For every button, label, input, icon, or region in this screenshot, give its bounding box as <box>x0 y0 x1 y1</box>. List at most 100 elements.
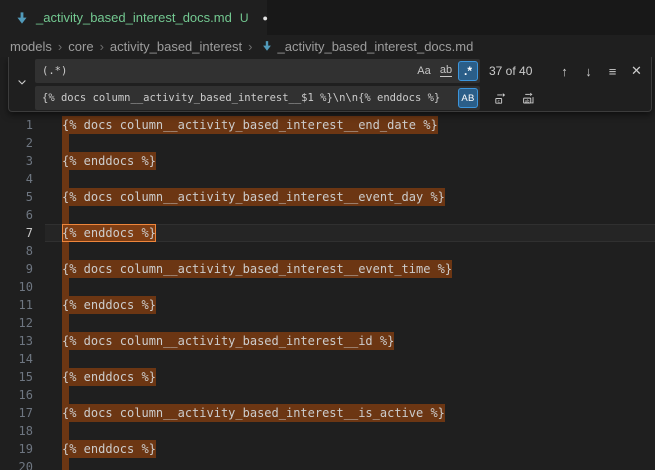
code-line[interactable] <box>62 350 69 368</box>
find-match <box>62 134 69 152</box>
regex-toggle[interactable]: .* <box>458 61 478 81</box>
find-match: {% docs column__activity_based_interest_… <box>62 188 445 206</box>
line-number: 18 <box>0 422 33 440</box>
breadcrumb-item-models[interactable]: models <box>10 39 52 54</box>
tab-bar: _activity_based_interest_docs.md U ● <box>0 0 655 35</box>
code-line[interactable]: {% docs column__activity_based_interest_… <box>62 188 445 206</box>
replace-all-button[interactable]: ab <box>518 88 539 109</box>
preserve-case-toggle[interactable]: AB <box>458 88 478 108</box>
markdown-file-icon <box>261 40 273 52</box>
modified-indicator[interactable]: ● <box>263 13 268 23</box>
code-line-row: 12 <box>0 314 655 332</box>
code-line[interactable]: {% enddocs %} <box>62 224 156 242</box>
code-line[interactable] <box>62 134 69 152</box>
find-match: {% docs column__activity_based_interest_… <box>62 116 438 134</box>
find-row: Aa ab .* 37 of 40 ↑ ↓ <box>35 59 647 83</box>
breadcrumb-item-core[interactable]: core <box>68 39 93 54</box>
replace-input[interactable] <box>42 92 456 104</box>
find-match <box>62 170 69 188</box>
find-match <box>62 422 69 440</box>
code-line-row: 13 {% docs column__activity_based_interes… <box>0 332 655 350</box>
find-match <box>62 386 69 404</box>
match-case-icon: Aa <box>417 65 430 77</box>
find-match <box>62 350 69 368</box>
selection-lines-icon: ≡ <box>609 64 617 79</box>
close-find-button[interactable]: ✕ <box>626 61 647 82</box>
breadcrumb: models › core › activity_based_interest … <box>0 35 655 57</box>
replace-icon: c <box>493 91 508 106</box>
code-line-row: 6 <box>0 206 655 224</box>
code-line[interactable] <box>62 458 69 470</box>
line-number: 10 <box>0 278 33 296</box>
code-line-row: 19 {% enddocs %} <box>0 440 655 458</box>
line-number: 6 <box>0 206 33 224</box>
whole-word-icon: ab <box>440 65 452 77</box>
code-line[interactable]: {% docs column__activity_based_interest_… <box>62 116 438 134</box>
line-number: 4 <box>0 170 33 188</box>
code-line[interactable]: {% enddocs %} <box>62 368 156 386</box>
find-match <box>62 314 69 332</box>
line-number: 3 <box>0 152 33 170</box>
breadcrumb-item-file[interactable]: _activity_based_interest_docs.md <box>278 39 474 54</box>
line-number: 17 <box>0 404 33 422</box>
code-line-row: 18 <box>0 422 655 440</box>
markdown-file-icon <box>15 11 29 25</box>
find-in-selection-button[interactable]: ≡ <box>602 61 623 82</box>
arrow-up-icon: ↑ <box>561 64 568 79</box>
breadcrumb-separator: › <box>56 39 64 54</box>
code-line[interactable] <box>62 386 69 404</box>
code-line[interactable] <box>62 206 69 224</box>
line-number: 11 <box>0 296 33 314</box>
line-number: 16 <box>0 386 33 404</box>
code-line-row: 2 <box>0 134 655 152</box>
svg-text:c: c <box>497 99 500 104</box>
next-match-button[interactable]: ↓ <box>578 61 599 82</box>
replace-row: AB c <box>35 86 647 110</box>
code-line-row: 20 <box>0 458 655 470</box>
close-icon: ✕ <box>631 63 642 79</box>
code-line[interactable] <box>62 278 69 296</box>
breadcrumb-item-activity-based-interest[interactable]: activity_based_interest <box>110 39 242 54</box>
find-match <box>62 242 69 260</box>
line-number: 14 <box>0 350 33 368</box>
code-line-row: 15 {% enddocs %} <box>0 368 655 386</box>
code-line[interactable]: {% docs column__activity_based_interest_… <box>62 260 452 278</box>
code-line[interactable] <box>62 170 69 188</box>
preserve-case-icon: AB <box>461 93 474 104</box>
line-number: 19 <box>0 440 33 458</box>
code-line[interactable]: {% enddocs %} <box>62 296 156 314</box>
code-line[interactable]: {% docs column__activity_based_interest_… <box>62 332 394 350</box>
code-line[interactable]: {% docs column__activity_based_interest_… <box>62 404 445 422</box>
previous-match-button[interactable]: ↑ <box>554 61 575 82</box>
replace-button[interactable]: c <box>490 88 511 109</box>
code-line[interactable]: {% enddocs %} <box>62 152 156 170</box>
code-line[interactable] <box>62 242 69 260</box>
line-number: 7 <box>0 224 33 242</box>
code-line[interactable] <box>62 422 69 440</box>
code-line-row: 4 <box>0 170 655 188</box>
toggle-replace-button[interactable] <box>9 59 35 109</box>
code-line[interactable] <box>62 314 69 332</box>
find-match: {% docs column__activity_based_interest_… <box>62 332 394 350</box>
code-line-row: 17 {% docs column__activity_based_interes… <box>0 404 655 422</box>
line-number: 9 <box>0 260 33 278</box>
code-line-row: 11 {% enddocs %} <box>0 296 655 314</box>
find-match <box>62 458 69 470</box>
replace-all-icon: ab <box>521 91 536 106</box>
code-line-row: 5 {% docs column__activity_based_interest… <box>0 188 655 206</box>
whole-word-toggle[interactable]: ab <box>436 61 456 81</box>
code-line-row: 14 <box>0 350 655 368</box>
line-number: 5 <box>0 188 33 206</box>
code-line-row: 9 {% docs column__activity_based_interest… <box>0 260 655 278</box>
code-line[interactable]: {% enddocs %} <box>62 440 156 458</box>
find-match: {% enddocs %} <box>62 296 156 314</box>
match-case-toggle[interactable]: Aa <box>414 61 434 81</box>
line-number: 15 <box>0 368 33 386</box>
find-widget: Aa ab .* 37 of 40 ↑ ↓ <box>8 57 652 112</box>
code-line-row: 8 <box>0 242 655 260</box>
find-match: {% enddocs %} <box>62 152 156 170</box>
editor[interactable]: 1{% docs column__activity_based_interest… <box>0 57 655 470</box>
find-input[interactable] <box>42 65 412 77</box>
tab-file[interactable]: _activity_based_interest_docs.md U ● <box>0 0 268 35</box>
line-number: 13 <box>0 332 33 350</box>
